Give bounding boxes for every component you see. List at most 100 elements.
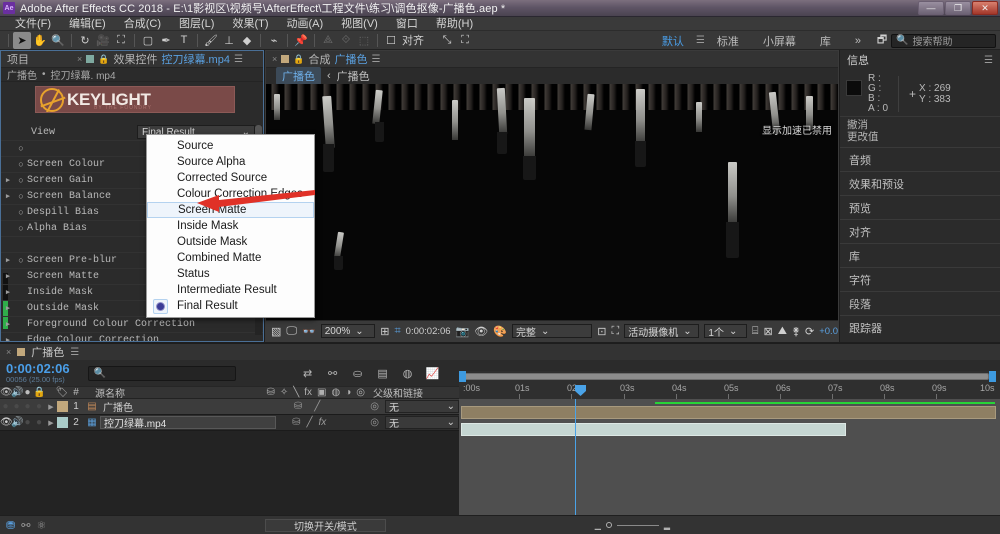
layer-bar-2[interactable] — [461, 423, 846, 436]
work-area-bar[interactable] — [462, 373, 989, 380]
hide-shy-layers-icon[interactable]: ⛀ — [350, 365, 366, 381]
dropdown-item-colour-correction-edges[interactable]: Colour Correction Edges — [147, 186, 314, 202]
zoom-tool-icon[interactable]: 🔍 — [49, 32, 67, 49]
breadcrumb-chip[interactable]: 广播色 — [276, 66, 321, 85]
twirl-icon[interactable]: ▶ — [1, 192, 15, 201]
switch-effects-icon[interactable]: fx — [304, 387, 312, 398]
timeline-ruler[interactable]: :00s 01s 02s 03s 04s 05s 06s 07s 08s 09s… — [459, 371, 1000, 399]
toggle-view-layout-icon[interactable]: 🖵 — [286, 325, 297, 338]
playhead-handle[interactable] — [575, 385, 586, 396]
switch-motion-blur-icon[interactable]: ◍ — [331, 387, 340, 398]
grid-guides-icon[interactable]: ⊞ — [380, 325, 389, 338]
twirl-icon[interactable]: ▶ — [1, 320, 15, 329]
brush-tool-icon[interactable]: 🖌 — [202, 32, 220, 49]
toggle-switches-modes-button[interactable]: 切换开关/模式 — [265, 518, 386, 533]
menu-item-animation[interactable]: 动画(A) — [278, 17, 333, 31]
label-color-1[interactable] — [57, 401, 68, 412]
hand-tool-icon[interactable]: ✋ — [31, 32, 49, 49]
dropdown-item-screen-matte[interactable]: Screen Matte — [147, 202, 314, 218]
breadcrumb-current[interactable]: 广播色 — [337, 68, 370, 84]
stopwatch-icon[interactable]: ○ — [15, 224, 27, 234]
roto-brush-tool-icon[interactable]: ⌁ — [265, 32, 283, 49]
menu-item-effect[interactable]: 效果(T) — [223, 17, 277, 31]
twirl-icon[interactable]: ▶ — [45, 403, 57, 411]
workspace-menu-icon[interactable]: ☰ — [696, 35, 705, 46]
composition-viewport[interactable]: 显示加速已禁用 — [266, 84, 838, 321]
tab-project[interactable]: 项目 — [7, 51, 29, 67]
shy-switch-2[interactable]: ⛁ — [292, 417, 300, 428]
switch-3d-icon[interactable]: ◎ — [356, 387, 365, 398]
eye-icon[interactable]: 👁 — [0, 387, 13, 398]
shy-switch-1[interactable]: ⛁ — [294, 401, 302, 412]
close-tab-icon[interactable]: × — [77, 54, 82, 64]
minimize-button[interactable]: — — [918, 1, 944, 15]
layer-name-1[interactable]: 广播色 — [100, 400, 133, 414]
workspace-tab-standard[interactable]: 标准 — [705, 33, 751, 49]
switch-adjustment-icon[interactable]: ◑ — [345, 387, 351, 398]
toggle-switches-icon[interactable]: ⛃ — [6, 519, 15, 532]
timeline-tab-label[interactable]: 广播色 — [31, 344, 64, 360]
breadcrumb-layer[interactable]: 控刀绿幕. mp4 — [51, 67, 116, 82]
solo-toggle-2[interactable]: ● — [22, 417, 33, 428]
switch-frame-blend-icon[interactable]: ▣ — [317, 387, 326, 398]
zoom-slider-thumb[interactable] — [605, 522, 612, 528]
panel-tracker[interactable]: 跟踪器 — [840, 315, 1000, 339]
text-tool-icon[interactable]: T — [175, 32, 193, 49]
workspace-tab-library[interactable]: 库 — [808, 33, 843, 49]
timeline-link-icon[interactable]: ⛰ — [778, 325, 787, 338]
toggle-transparency-grid-icon[interactable]: ▧ — [271, 325, 281, 338]
breadcrumb-comp[interactable]: 广播色 — [7, 67, 37, 82]
lock-icon[interactable]: 🔒 — [293, 54, 304, 65]
eye-toggle-2[interactable]: 👁 — [0, 417, 13, 428]
clone-stamp-tool-icon[interactable]: ⊥ — [220, 32, 238, 49]
search-help-input[interactable]: 🔍 搜索帮助 — [891, 33, 996, 48]
pan-behind-tool-icon[interactable]: ⛶ — [112, 32, 130, 49]
panel-menu-icon[interactable]: ☰ — [371, 54, 380, 65]
work-area-end-handle[interactable] — [989, 371, 996, 382]
puppet-pin-tool-icon[interactable]: 📌 — [292, 32, 310, 49]
frame-render-icon[interactable]: ⚯ — [21, 519, 30, 532]
label-color-2[interactable] — [57, 417, 68, 428]
table-row[interactable]: 👁 🔊 ● ● ▶ 2 ▦ 控刀绿幕.mp4 ⛁ ╱ fx ◎ 无 ⌄ — [0, 415, 459, 431]
solo-icon[interactable]: ● — [22, 387, 33, 398]
stopwatch-icon[interactable]: ○ — [15, 176, 27, 186]
show-snapshot-icon[interactable]: 👁 — [474, 325, 488, 338]
motion-blur-footer-icon[interactable]: ⚛ — [36, 519, 46, 532]
parent-select-1[interactable]: 无 ⌄ — [385, 400, 459, 414]
graph-editor-icon[interactable]: 📈 — [425, 365, 441, 381]
table-row[interactable]: ● ● ● ● ▶ 1 ▤ 广播色 ⛁ ╱ ◎ 无 ⌄ — [0, 399, 459, 415]
twirl-icon[interactable]: ▶ — [45, 419, 57, 427]
composition-timecode[interactable]: 0:00:02:06 — [406, 326, 451, 337]
lock-toggle-2[interactable]: ● — [33, 417, 45, 428]
switch-quality-icon[interactable]: ╲ — [293, 387, 299, 398]
audio-toggle-1[interactable]: ● — [11, 401, 22, 412]
workspace-overflow-button[interactable]: » — [843, 35, 873, 47]
menu-item-view[interactable]: 视图(V) — [332, 17, 387, 31]
reset-exposure-icon[interactable]: ⟳ — [805, 325, 814, 338]
channel-select-icon[interactable]: 🎨 — [493, 325, 507, 338]
tab-effect-controls[interactable]: × 🔒 效果控件 控刀绿幕.mp4 ☰ — [77, 51, 243, 67]
dropdown-item-inside-mask[interactable]: Inside Mask — [147, 218, 314, 234]
panel-preview[interactable]: 预览 — [840, 195, 1000, 219]
column-source-name[interactable]: 源名称 — [95, 385, 125, 400]
label-color-icon[interactable]: 🏷 — [55, 387, 69, 398]
eye-toggle-1[interactable]: ● — [0, 401, 11, 412]
twirl-icon[interactable]: ▶ — [1, 288, 15, 297]
dropdown-item-outside-mask[interactable]: Outside Mask — [147, 234, 314, 250]
lock-icon[interactable]: 🔒 — [98, 54, 109, 65]
solo-toggle-1[interactable]: ● — [22, 401, 33, 412]
twirl-icon[interactable]: ▶ — [1, 256, 15, 265]
align-left-icon[interactable]: ⤡ — [438, 32, 456, 49]
switch-shy-icon[interactable]: ⛁ — [266, 387, 274, 398]
stopwatch-icon[interactable]: ○ — [15, 208, 27, 218]
views-select[interactable]: 1个 ⌄ — [704, 324, 747, 339]
camera-select[interactable]: 活动摄像机 ⌄ — [624, 324, 700, 339]
timeline-zoom-slider[interactable]: ▁ ▂ — [595, 521, 670, 530]
close-tab-icon[interactable]: × — [272, 54, 277, 64]
comp-flowchart-icon[interactable]: ⚵ — [792, 325, 800, 338]
stopwatch-icon[interactable]: ○ — [15, 192, 27, 202]
twirl-icon[interactable]: ▶ — [1, 336, 15, 341]
threed-switch-1[interactable]: ◎ — [370, 401, 379, 412]
stopwatch-icon[interactable]: ○ — [15, 256, 27, 266]
layer-name-2[interactable]: 控刀绿幕.mp4 — [100, 416, 276, 430]
